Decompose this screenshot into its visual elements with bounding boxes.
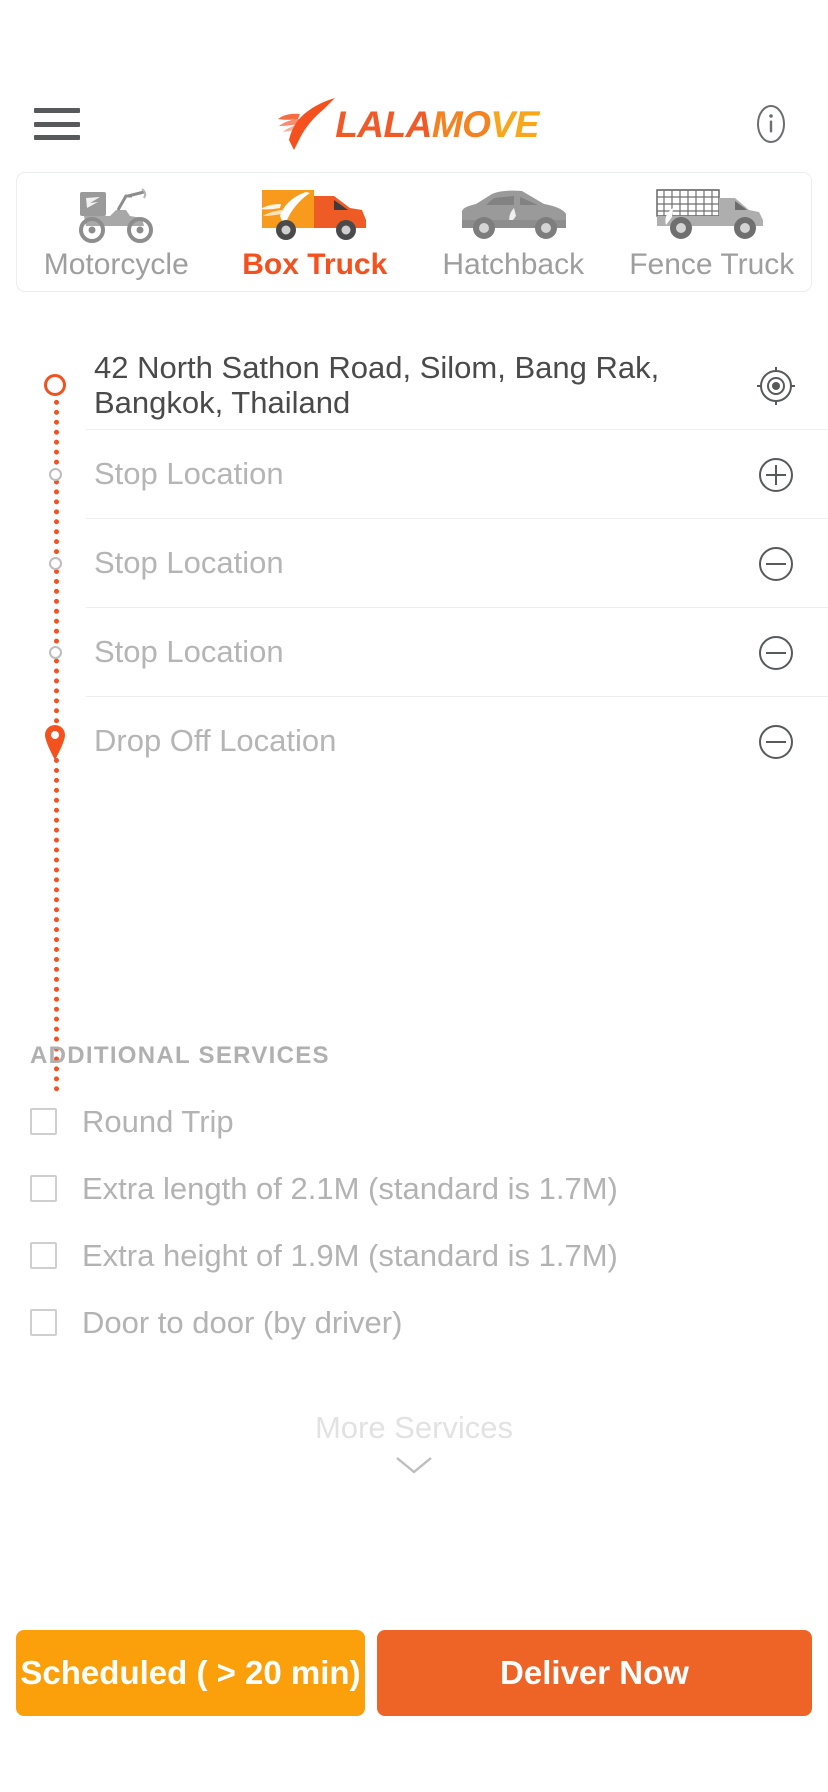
address-row-stop-2[interactable]: Stop Location (0, 519, 828, 608)
vehicle-tab-fence-truck[interactable]: Fence Truck (613, 173, 812, 291)
logo-text-ve: VE (490, 103, 539, 145)
lalamove-logo: LALAMOVE (277, 96, 539, 152)
plus-circle-icon[interactable] (750, 449, 802, 501)
minus-circle-icon[interactable] (750, 538, 802, 590)
service-option-extra-height[interactable]: Extra height of 1.9M (standard is 1.7M) (30, 1240, 798, 1271)
stop-dot-marker (42, 468, 68, 481)
minus-circle-icon[interactable] (750, 627, 802, 679)
fence-truck-icon (647, 186, 777, 244)
locate-target-icon[interactable] (750, 360, 802, 412)
address-row-pickup[interactable]: 42 North Sathon Road, Silom, Bang Rak, B… (0, 336, 828, 430)
box-truck-icon (250, 186, 380, 244)
vehicle-type-selector: Motorcycle Box Truck Hatchback Fence Tru… (16, 172, 812, 292)
chevron-down-icon (393, 1454, 435, 1481)
hatchback-icon (448, 186, 578, 244)
service-option-label: Extra length of 2.1M (standard is 1.7M) (82, 1171, 618, 1206)
stop-dot-marker (42, 646, 68, 659)
hamburger-bar (34, 121, 80, 127)
address-row-stop-1[interactable]: Stop Location (0, 430, 828, 519)
deliver-now-button[interactable]: Deliver Now (377, 1630, 812, 1716)
info-circle-icon[interactable] (748, 101, 794, 147)
additional-services-title: ADDITIONAL SERVICES (30, 1042, 330, 1069)
motorcycle-icon (56, 186, 176, 244)
bottom-action-bar: Scheduled ( > 20 min) Deliver Now (0, 1630, 828, 1716)
destination-pin-marker (42, 723, 68, 761)
address-row-stop-3[interactable]: Stop Location (0, 608, 828, 697)
service-option-label: Round Trip (82, 1104, 234, 1139)
stop-location-placeholder: Stop Location (94, 456, 284, 492)
checkbox-unchecked-icon[interactable] (30, 1309, 57, 1336)
lalamove-order-screen: LALAMOVE Motorcycle Box Truck Hatchback … (0, 0, 828, 1792)
vehicle-tab-hatchback[interactable]: Hatchback (414, 173, 613, 291)
checkbox-unchecked-icon[interactable] (30, 1175, 57, 1202)
vehicle-tab-label: Motorcycle (43, 248, 189, 281)
vehicle-tab-label: Hatchback (442, 248, 585, 281)
pickup-address-value: 42 North Sathon Road, Silom, Bang Rak, B… (94, 350, 660, 420)
origin-circle-marker (42, 374, 68, 396)
lalamove-wordmark: LALAMOVE (335, 106, 539, 143)
vehicle-tab-label: Box Truck (242, 248, 388, 281)
service-option-label: Extra height of 1.9M (standard is 1.7M) (82, 1238, 618, 1273)
hamburger-bar (34, 108, 80, 113)
lalamove-bird-icon (278, 98, 336, 150)
service-option-label: Door to door (by driver) (82, 1305, 403, 1340)
service-option-extra-length[interactable]: Extra length of 2.1M (standard is 1.7M) (30, 1173, 798, 1204)
logo-text-lala: LALA (335, 103, 432, 145)
more-services-toggle[interactable]: More Services (0, 1410, 828, 1481)
logo-text-mo: MO (431, 103, 491, 145)
hamburger-bar (34, 135, 80, 140)
more-services-label: More Services (314, 1410, 514, 1445)
service-option-door-to-door[interactable]: Door to door (by driver) (30, 1307, 798, 1338)
checkbox-unchecked-icon[interactable] (30, 1242, 57, 1269)
minus-circle-icon[interactable] (750, 716, 802, 768)
stop-dot-marker (42, 557, 68, 570)
stop-location-placeholder: Stop Location (94, 634, 284, 670)
vehicle-tab-motorcycle[interactable]: Motorcycle (17, 173, 216, 291)
service-option-round-trip[interactable]: Round Trip (30, 1106, 798, 1137)
checkbox-unchecked-icon[interactable] (30, 1108, 57, 1135)
vehicle-tab-label: Fence Truck (629, 248, 795, 281)
app-header: LALAMOVE (0, 84, 828, 164)
address-row-dropoff[interactable]: Drop Off Location (0, 697, 828, 786)
scheduled-button[interactable]: Scheduled ( > 20 min) (16, 1630, 365, 1716)
address-list: 42 North Sathon Road, Silom, Bang Rak, B… (0, 336, 828, 786)
additional-services-section: ADDITIONAL SERVICES Round Trip Extra len… (0, 1042, 828, 1338)
dropoff-location-placeholder: Drop Off Location (94, 723, 337, 759)
hamburger-menu-icon[interactable] (34, 105, 80, 143)
stop-location-placeholder: Stop Location (94, 545, 284, 581)
vehicle-tab-box-truck[interactable]: Box Truck (216, 173, 415, 291)
